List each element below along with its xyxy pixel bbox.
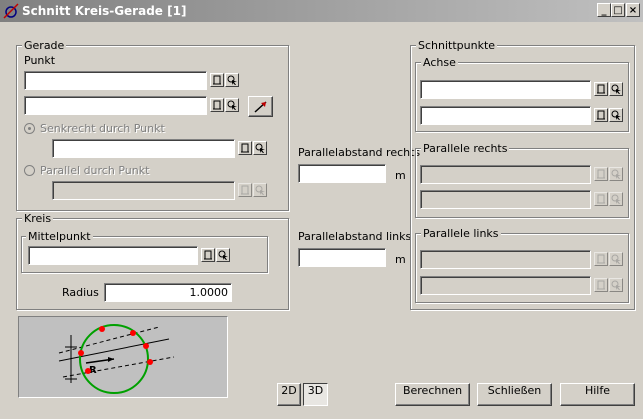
parallel-label: Parallel durch Punkt	[40, 164, 150, 177]
list-icon	[597, 254, 605, 264]
list-icon	[213, 100, 221, 110]
parallel-list-button[interactable]	[238, 183, 252, 197]
list-icon	[213, 75, 221, 85]
list-icon	[597, 194, 605, 204]
rechts-1-list-button[interactable]	[594, 167, 608, 181]
radius-label: Radius	[62, 286, 99, 299]
pick-cursor-icon	[227, 75, 237, 85]
schnittpunkte-legend: Schnittpunkte	[416, 39, 498, 52]
achse-1-pick-button[interactable]	[609, 82, 623, 96]
list-icon	[597, 84, 605, 94]
links-1-pick-button[interactable]	[609, 252, 623, 266]
circle-line-diagram: R	[58, 324, 175, 394]
pick-cursor-icon	[611, 169, 621, 179]
mittelpunkt-legend: Mittelpunkt	[26, 230, 93, 243]
achse-legend: Achse	[421, 56, 458, 69]
rechts-2-list-button[interactable]	[594, 192, 608, 206]
circle-line-preview: R	[18, 316, 228, 398]
links-2-pick-button[interactable]	[609, 278, 623, 292]
berechnen-button[interactable]: Berechnen	[395, 383, 470, 406]
rechts-2-pick-button[interactable]	[609, 192, 623, 206]
kreis-legend: Kreis	[22, 212, 54, 225]
punkt-2-pick-button[interactable]	[225, 98, 239, 112]
arrow-line-icon	[253, 101, 267, 113]
achse-2-pick-button[interactable]	[609, 108, 623, 122]
abstand-rechts-unit: m	[395, 169, 406, 182]
minimize-button[interactable]: _	[597, 3, 611, 17]
list-icon	[241, 185, 249, 195]
list-icon	[597, 110, 605, 120]
links-2-list-button[interactable]	[594, 278, 608, 292]
senkrecht-list-button[interactable]	[238, 141, 252, 155]
punkt-1-input[interactable]	[24, 71, 207, 90]
maximize-button[interactable]: □	[611, 3, 625, 17]
direction-button[interactable]	[248, 96, 273, 117]
pick-cursor-icon	[611, 194, 621, 204]
punkt-2-input[interactable]	[24, 96, 207, 115]
list-icon	[597, 280, 605, 290]
senkrecht-radio[interactable]	[24, 123, 35, 134]
parallel-radio[interactable]	[24, 165, 35, 176]
mittelpunkt-list-button[interactable]	[201, 248, 215, 262]
rechts-1-pick-button[interactable]	[609, 167, 623, 181]
abstand-rechts-input[interactable]	[298, 164, 386, 183]
mittelpunkt-pick-button[interactable]	[216, 248, 230, 262]
punkt-2-list-button[interactable]	[210, 98, 224, 112]
pick-cursor-icon	[227, 100, 237, 110]
links-2-input[interactable]	[420, 276, 591, 295]
pick-cursor-icon	[218, 250, 228, 260]
list-icon	[204, 250, 212, 260]
mittelpunkt-input[interactable]	[28, 246, 198, 265]
hilfe-button[interactable]: Hilfe	[560, 383, 635, 406]
abstand-links-label: Parallelabstand links	[298, 230, 412, 243]
pick-cursor-icon	[255, 185, 265, 195]
achse-2-list-button[interactable]	[594, 108, 608, 122]
pick-cursor-icon	[255, 143, 265, 153]
pick-cursor-icon	[611, 84, 621, 94]
3d-button[interactable]: 3D	[303, 383, 328, 406]
close-button[interactable]: ×	[626, 3, 640, 17]
links-1-list-button[interactable]	[594, 252, 608, 266]
senkrecht-input[interactable]	[52, 139, 235, 158]
achse-1-input[interactable]	[420, 80, 591, 99]
app-icon	[3, 3, 19, 19]
senkrecht-label: Senkrecht durch Punkt	[40, 122, 165, 135]
list-icon	[597, 169, 605, 179]
2d-button[interactable]: 2D	[277, 383, 301, 406]
links-1-input[interactable]	[420, 250, 591, 269]
punkt-1-list-button[interactable]	[210, 73, 224, 87]
pick-cursor-icon	[611, 110, 621, 120]
schliessen-button[interactable]: Schließen	[477, 383, 552, 406]
punkt-label: Punkt	[24, 54, 56, 67]
punkt-1-pick-button[interactable]	[225, 73, 239, 87]
senkrecht-pick-button[interactable]	[253, 141, 267, 155]
rechts-2-input[interactable]	[420, 190, 591, 209]
abstand-rechts-label: Parallelabstand rechts	[298, 146, 421, 159]
achse-1-list-button[interactable]	[594, 82, 608, 96]
window-title: Schnitt Kreis-Gerade [1]	[22, 4, 187, 18]
abstand-links-unit: m	[395, 253, 406, 266]
list-icon	[241, 143, 249, 153]
radius-input[interactable]	[104, 283, 232, 302]
parallel-input[interactable]	[52, 181, 235, 200]
abstand-links-input[interactable]	[298, 248, 386, 267]
achse-2-input[interactable]	[420, 106, 591, 125]
parallele-links-legend: Parallele links	[421, 227, 501, 240]
radius-value[interactable]	[105, 284, 231, 301]
parallel-pick-button[interactable]	[253, 183, 267, 197]
pick-cursor-icon	[611, 280, 621, 290]
parallele-rechts-legend: Parallele rechts	[421, 142, 510, 155]
pick-cursor-icon	[611, 254, 621, 264]
rechts-1-input[interactable]	[420, 165, 591, 184]
gerade-legend: Gerade	[22, 39, 67, 52]
